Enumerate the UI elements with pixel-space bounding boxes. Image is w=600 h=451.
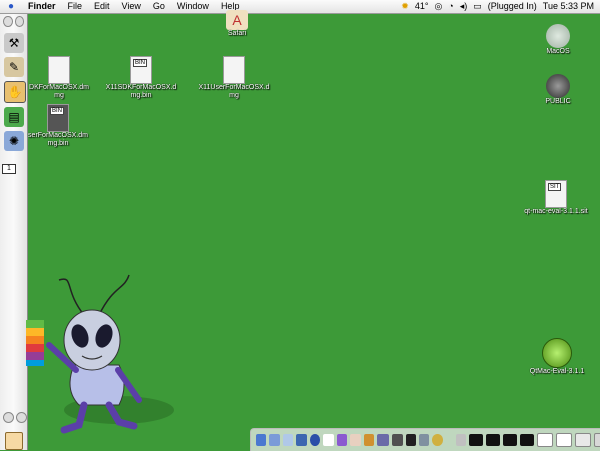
dock-minimized-window-3[interactable] (503, 434, 518, 446)
desktop-icon-qt-archive[interactable]: SIT qt-mac-eval-3.1.1.sit (514, 180, 598, 216)
dock-ie-icon[interactable] (309, 434, 321, 446)
stuffit-archive-icon: SIT (545, 180, 567, 208)
dock-sherlock-icon[interactable] (296, 434, 307, 446)
dock-minimized-window-1[interactable] (469, 434, 484, 446)
drawer-minimize-button[interactable] (14, 16, 24, 27)
dock-system-prefs-icon[interactable] (418, 434, 430, 446)
dock-monitor-icon[interactable] (392, 434, 403, 446)
apple-menu-icon[interactable]: ● (0, 1, 22, 12)
launcher-globe-icon[interactable]: ✺ (4, 131, 24, 151)
desktop-icon-file1[interactable]: DKForMacOSX.dm mg (28, 56, 90, 100)
file-type-tag: SIT (548, 183, 562, 191)
drawer-page-number[interactable]: 1 (2, 164, 16, 174)
desktop-icon-label: mg (54, 92, 64, 99)
desktop-icon-label: qt-mac-eval-3.1.1.sit (524, 208, 588, 215)
desktop-icon-label: Safari (227, 30, 247, 37)
displays-icon[interactable]: ◎ (434, 0, 442, 13)
desktop-icon-label: QtMac-Eval-3.1.1 (529, 368, 585, 375)
desktop-icon-qtmac[interactable]: QtMac-Eval-3.1.1 (522, 338, 592, 376)
dock-mail-icon[interactable] (269, 434, 280, 446)
desktop-icon-file2[interactable]: BIN X11SDKForMacOSX.d mg.bin (100, 56, 182, 100)
desktop-icon-label: X11SDKForMacOSX.d (105, 84, 177, 91)
dock-itunes-icon[interactable] (336, 434, 348, 446)
menu-file[interactable]: File (62, 0, 89, 13)
desktop-icon-file3[interactable]: X11UserForMacOSX.d mg (192, 56, 276, 100)
document-icon (223, 56, 245, 84)
desktop-icon-label: mg.bin (47, 140, 69, 147)
dock-ichat-icon[interactable] (282, 434, 294, 446)
drawer-window-controls (0, 14, 27, 29)
battery-status[interactable]: (Plugged In) (488, 0, 537, 13)
launcher-tool-icon[interactable]: ⚒ (4, 33, 24, 53)
launcher-hand-icon[interactable]: ✋ (4, 81, 26, 103)
desktop-icon-label: MacOS (546, 48, 570, 55)
document-icon (48, 56, 70, 84)
dock-trash-icon[interactable] (455, 434, 467, 446)
drawer-bottom-tool-icon[interactable] (5, 432, 23, 450)
desktop-icon-label: mg.bin (130, 92, 152, 99)
dock-terminal-icon[interactable] (405, 434, 416, 446)
dock-preview-icon[interactable] (363, 434, 374, 446)
clock[interactable]: Tue 5:33 PM (543, 0, 594, 13)
desktop-icon-label: DKForMacOSX.dm (29, 84, 89, 91)
dock-minimized-window-6[interactable] (555, 433, 572, 447)
qt-app-icon (542, 338, 572, 368)
wifi-icon[interactable]: ◔ (448, 0, 453, 13)
dock-trash-can-icon[interactable] (593, 433, 600, 447)
dock-minimized-window-5[interactable] (536, 433, 553, 447)
dock-ball-icon[interactable] (432, 434, 443, 446)
desktop-icon-public[interactable]: PUBLIC (538, 74, 578, 106)
alien-mascot-illustration (26, 274, 174, 434)
menu-go[interactable]: Go (147, 0, 171, 13)
desktop-icon-macos[interactable]: MacOS (540, 24, 576, 56)
temperature-label[interactable]: 41° (415, 0, 429, 13)
battery-icon[interactable]: ▭ (473, 0, 482, 13)
menu-edit[interactable]: Edit (88, 0, 116, 13)
dock-calendar-icon[interactable] (350, 434, 361, 446)
menu-view[interactable]: View (116, 0, 147, 13)
dock-separator-icon (376, 434, 390, 446)
disk-image-icon: BIN (130, 56, 152, 84)
network-globe-icon (546, 74, 570, 98)
menu-window[interactable]: Window (171, 0, 215, 13)
dock (250, 428, 600, 451)
menu-finder[interactable]: Finder (22, 0, 62, 13)
dock-minimized-window-4[interactable] (520, 434, 534, 446)
volume-icon[interactable]: ◂) (460, 0, 468, 13)
safari-icon: A (226, 10, 248, 30)
file-type-tag: BIN (50, 107, 65, 115)
desktop-icon-label: PUBLIC (545, 98, 571, 105)
desktop-icon-safari[interactable]: A Safari (222, 10, 252, 38)
alien-drive-icon (546, 24, 570, 48)
dock-x11-icon[interactable] (323, 434, 334, 446)
dock-finder-icon[interactable] (256, 434, 267, 446)
launcher-network-icon[interactable]: ▤ (4, 107, 24, 127)
drawer-bottom-button-1[interactable] (3, 412, 14, 423)
disk-image-icon: BIN (47, 104, 69, 132)
desktop-icon-label: serForMacOSX.dm (28, 132, 88, 139)
desktop-icon-label: mg (229, 92, 239, 99)
desktop-icon-file4[interactable]: BIN serForMacOSX.dm mg.bin (26, 104, 90, 148)
desktop-icon-label: X11UserForMacOSX.d (198, 84, 270, 91)
dock-minimized-window-2[interactable] (486, 434, 501, 446)
file-type-tag: BIN (133, 59, 148, 67)
launcher-stamp-icon[interactable]: ✎ (4, 57, 24, 77)
weather-icon[interactable]: ✹ (401, 0, 409, 13)
dock-minimized-window-7[interactable] (574, 433, 591, 447)
menu-bar: ● Finder File Edit View Go Window Help ✹… (0, 0, 600, 14)
drawer-close-button[interactable] (3, 16, 13, 27)
